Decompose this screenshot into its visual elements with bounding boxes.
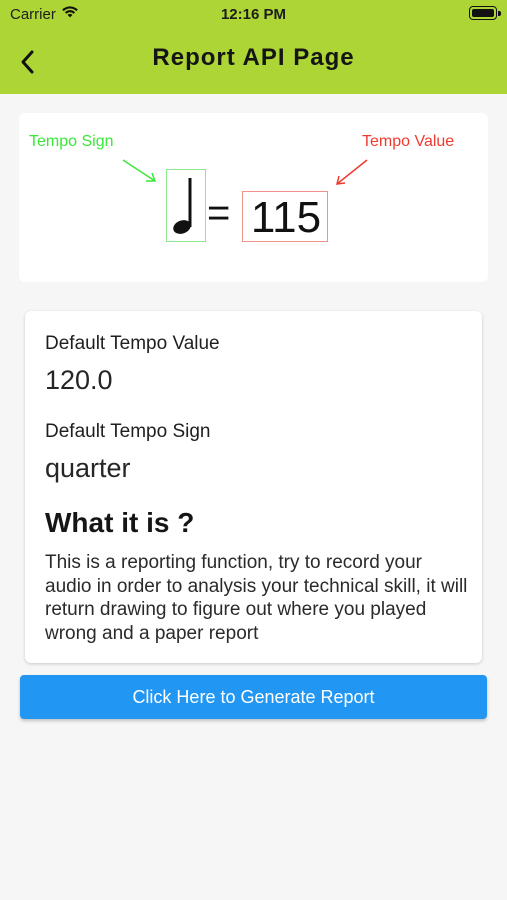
tempo-value-arrow-icon [336,159,368,185]
tempo-sign-box [166,169,206,242]
tempo-sign-arrow-icon [122,159,157,182]
status-bar: Carrier 12:16 PM [0,0,507,30]
tempo-value-box: 115 [242,191,328,242]
battery-icon [469,6,501,20]
status-time: 12:16 PM [220,6,287,23]
quarter-note-icon [173,178,192,234]
default-tempo-value: 120.0 [45,365,113,395]
tempo-legend-card: Tempo Sign Tempo Value = 115 [19,113,488,282]
tempo-value: 115 [250,193,322,242]
app-bar: Report API Page [0,30,507,94]
default-tempo-value-label: Default Tempo Value [45,333,220,354]
default-tempo-sign-label: Default Tempo Sign [45,421,211,442]
equals-sign: = [207,191,231,235]
default-tempo-sign: quarter [45,453,131,483]
description-text: This is a reporting function, try to rec… [45,552,468,644]
what-it-is-heading: What it is ? [45,507,195,538]
page-title: Report API Page [152,44,355,71]
tempo-info-card: Default Tempo Value 120.0 Default Tempo … [25,311,482,663]
generate-report-button[interactable]: Click Here to Generate Report [20,675,487,719]
